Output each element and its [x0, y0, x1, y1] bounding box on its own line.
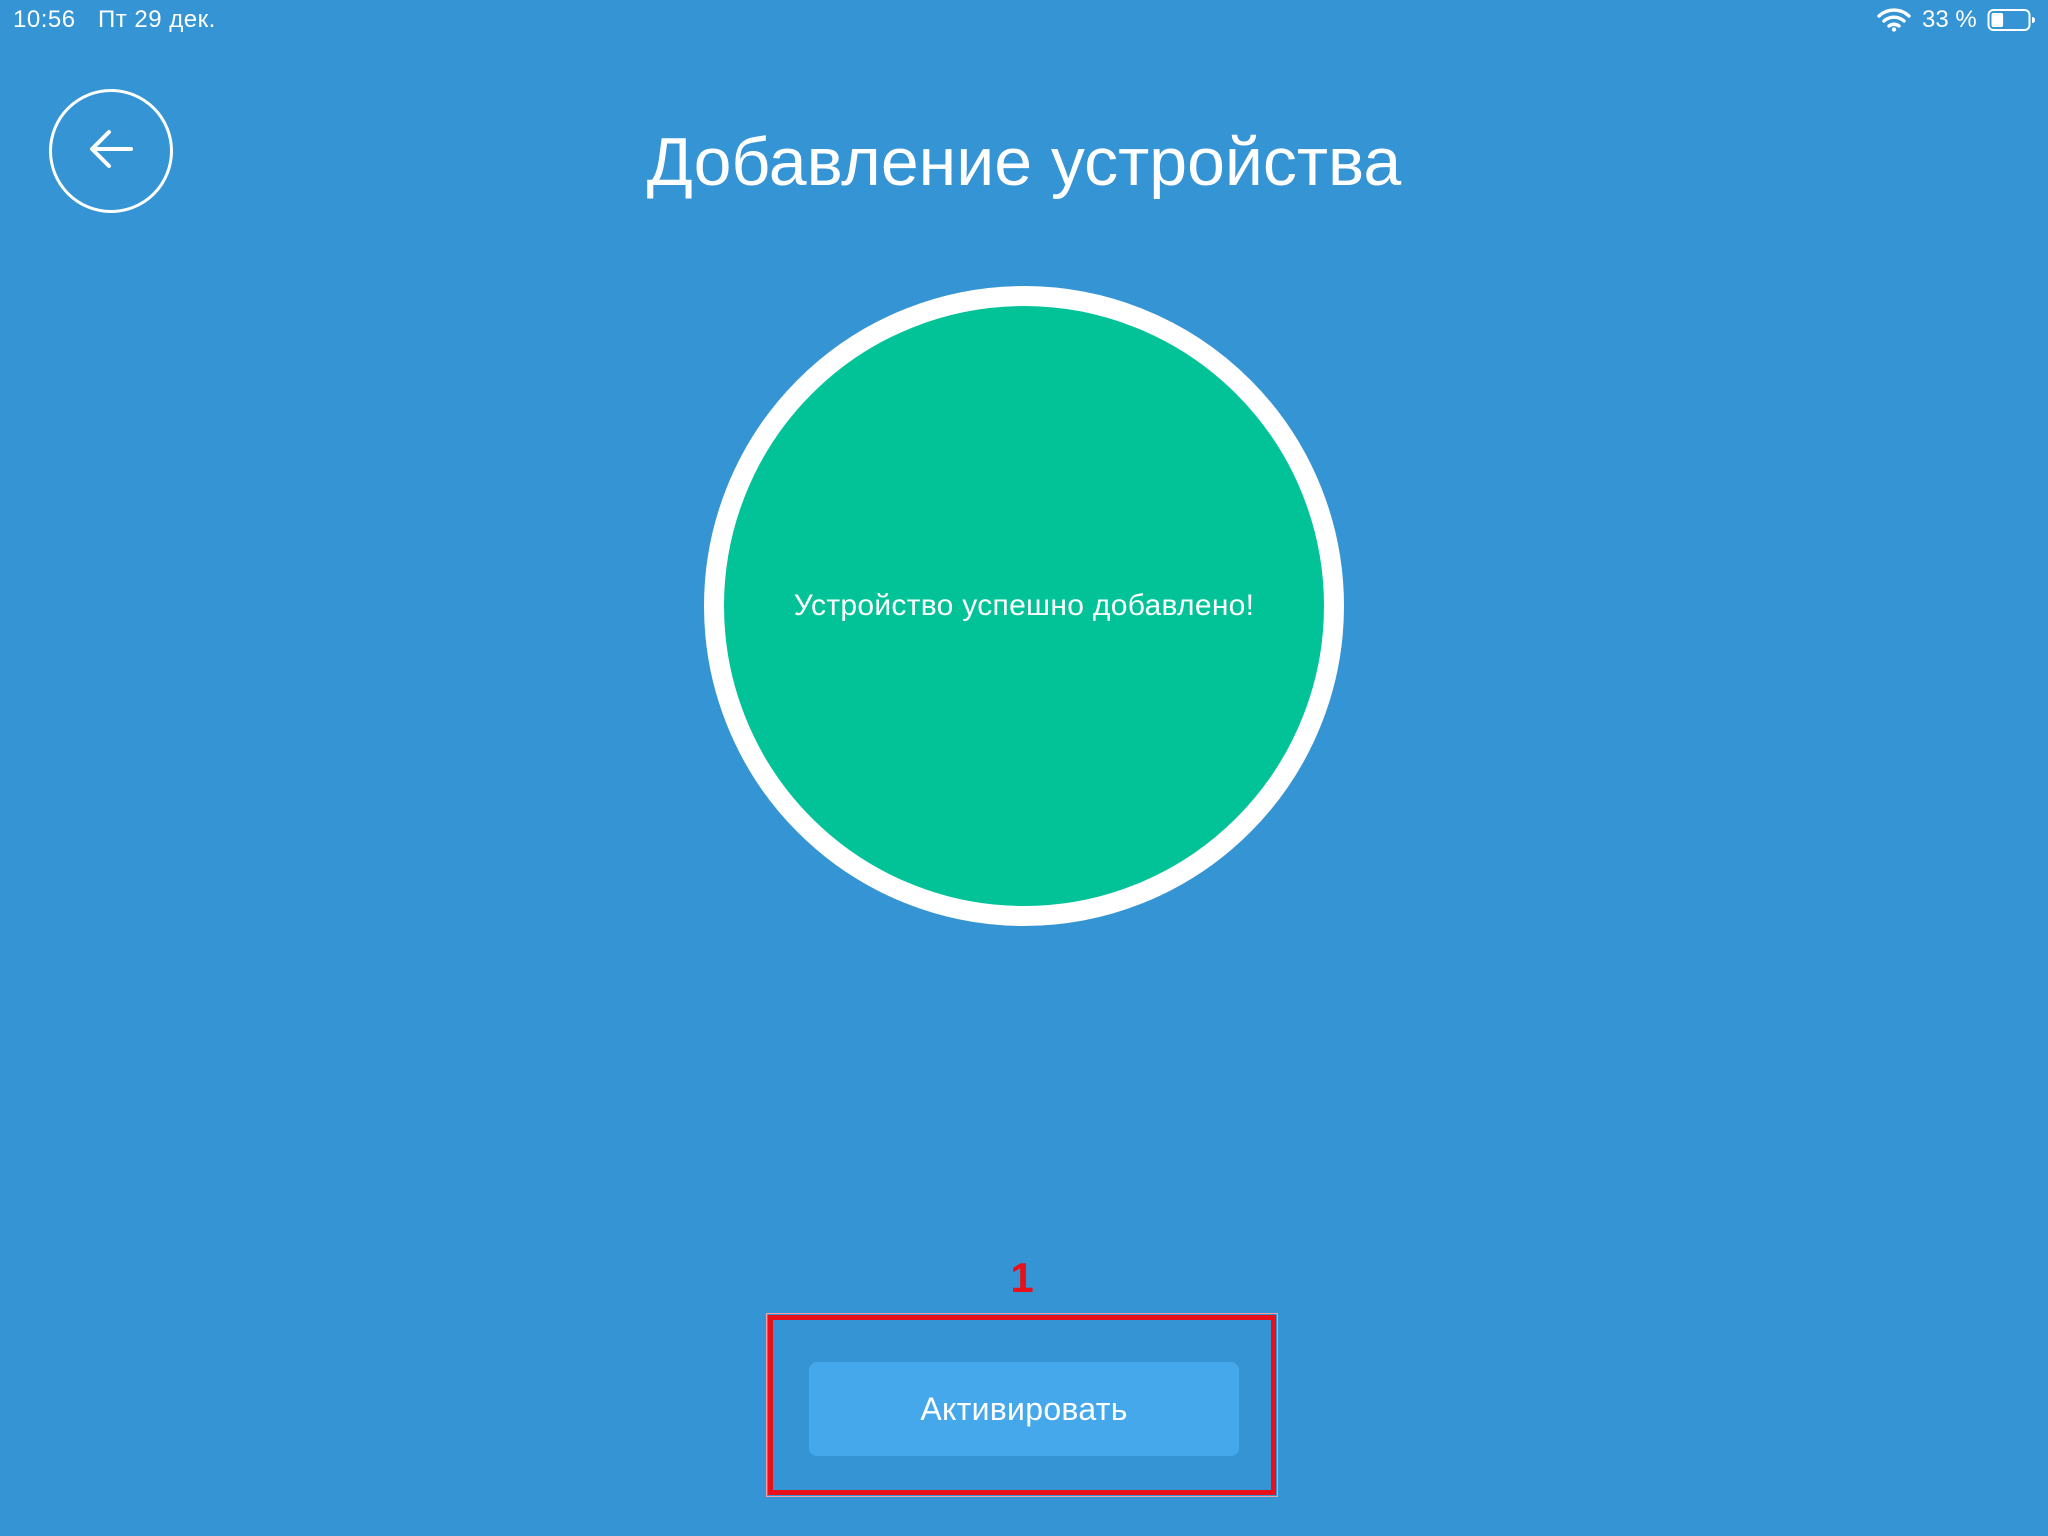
status-date: Пт 29 дек. [98, 6, 216, 33]
activate-button[interactable]: Активировать [809, 1362, 1239, 1456]
page-title: Добавление устройства [646, 124, 1402, 200]
battery-percent: 33 % [1922, 6, 1977, 33]
success-circle: Устройство успешно добавлено! [704, 286, 1344, 926]
status-time: 10:56 [13, 6, 76, 33]
battery-icon [1987, 8, 2037, 32]
success-message: Устройство успешно добавлено! [793, 589, 1255, 622]
status-bar: 10:56 Пт 29 дек. 33 % [0, 0, 2048, 40]
annotation-number: 1 [1010, 1254, 1034, 1301]
wifi-icon [1877, 8, 1911, 32]
